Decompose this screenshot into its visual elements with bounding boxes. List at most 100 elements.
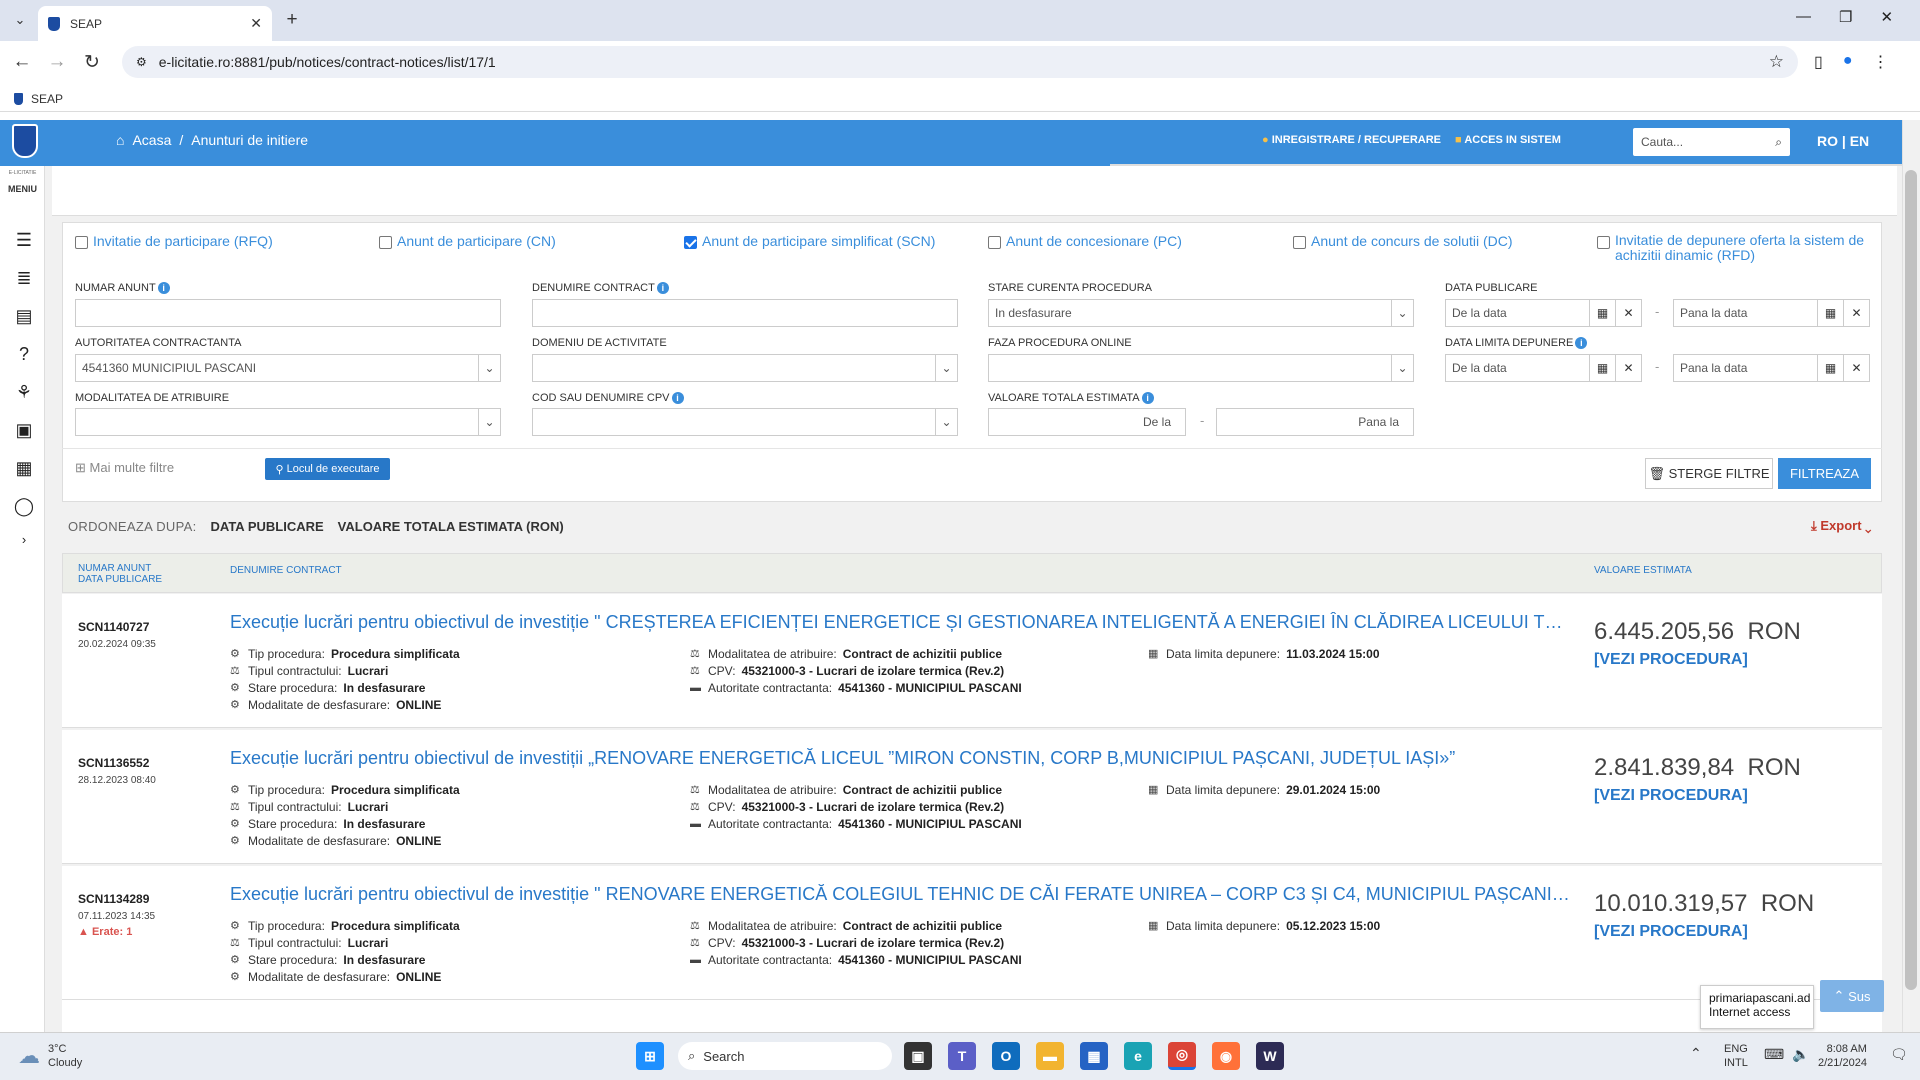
modalitate-select[interactable]: ⌄ <box>75 408 501 436</box>
info-icon[interactable]: i <box>1575 337 1588 349</box>
valoare-to-input[interactable]: Pana la <box>1216 408 1414 436</box>
sidebar-catalog-icon[interactable]: ▤ <box>13 306 35 328</box>
cpv-select[interactable]: ⌄ <box>532 408 958 436</box>
clear-date-icon[interactable]: ✕ <box>1616 354 1642 382</box>
teams-icon[interactable]: T <box>948 1042 976 1070</box>
input-language[interactable]: ENG INTL <box>1724 1042 1748 1070</box>
bookmark-star-icon[interactable]: ☆ <box>1769 52 1784 72</box>
info-icon[interactable]: i <box>157 282 170 294</box>
firefox-icon[interactable]: ◉ <box>1212 1042 1240 1070</box>
view-procedure-link[interactable]: [VEZI PROCEDURA] <box>1594 651 1748 669</box>
more-filters-link[interactable]: ⊞ Mai multe filtre <box>75 460 174 476</box>
notice-id[interactable]: SCN1140727 <box>78 620 149 634</box>
sidebar-stats-icon[interactable]: ▦ <box>13 458 35 480</box>
tray-chevron-up-icon[interactable]: ⌃ <box>1690 1045 1702 1062</box>
notifications-icon[interactable]: 🗨 <box>1890 1046 1908 1063</box>
search-icon[interactable]: ⌕ <box>1775 135 1782 150</box>
contract-title-link[interactable]: Execuție lucrări pentru obiectivul de in… <box>230 612 1570 633</box>
bookmark-seap[interactable]: SEAP <box>31 92 63 106</box>
app-icon[interactable]: W <box>1256 1042 1284 1070</box>
contract-title-link[interactable]: Execuție lucrări pentru obiectivul de in… <box>230 748 1570 769</box>
calendar-icon[interactable]: ▦ <box>1590 299 1616 327</box>
checkbox-box[interactable] <box>1597 236 1610 249</box>
numar-anunt-input[interactable] <box>75 299 501 327</box>
store-icon[interactable]: ▦ <box>1080 1042 1108 1070</box>
site-search-input[interactable]: Cauta... ⌕ <box>1633 128 1790 156</box>
valoare-from-input[interactable]: De la <box>988 408 1186 436</box>
more-menu-icon[interactable]: ⋮ <box>1872 52 1888 72</box>
sort-data-publicare[interactable]: DATA PUBLICARE <box>211 519 324 534</box>
col-denumire-contract[interactable]: DENUMIRE CONTRACT <box>230 565 342 576</box>
contract-title-link[interactable]: Execuție lucrări pentru obiectivul de in… <box>230 884 1570 905</box>
checkbox-box[interactable] <box>379 236 392 249</box>
view-procedure-link[interactable]: [VEZI PROCEDURA] <box>1594 787 1748 805</box>
domeniu-select[interactable]: ⌄ <box>532 354 958 382</box>
errata-badge[interactable]: ▲ Erate: 1 <box>78 926 132 938</box>
browser-tab[interactable]: SEAP ✕ <box>38 6 272 41</box>
sort-valoare[interactable]: VALOARE TOTALA ESTIMATA (RON) <box>338 519 564 534</box>
data-limita-from-input[interactable]: De la data <box>1445 354 1590 382</box>
breadcrumb-current[interactable]: Anunturi de initiere <box>191 132 308 148</box>
site-info-icon[interactable]: ⚙ <box>136 55 147 69</box>
calendar-icon[interactable]: ▦ <box>1590 354 1616 382</box>
sidebar-list-icon[interactable]: ≣ <box>13 268 35 290</box>
clear-filters-button[interactable]: 🗑 STERGE FILTRE <box>1645 458 1773 489</box>
filter-button[interactable]: FILTREAZA <box>1778 458 1871 489</box>
checkbox-rfq[interactable]: Invitatie de participare (RFQ) <box>75 233 273 249</box>
clear-date-icon[interactable]: ✕ <box>1844 354 1870 382</box>
autoritate-select[interactable]: 4541360 MUNICIPIUL PASCANI ⌄ <box>75 354 501 382</box>
language-switch[interactable]: RO | EN <box>1817 133 1869 149</box>
side-panel-icon[interactable]: ▯ <box>1814 52 1823 72</box>
faza-select[interactable]: ⌄ <box>988 354 1414 382</box>
network-icon[interactable]: ⌨ <box>1764 1046 1784 1063</box>
info-icon[interactable]: i <box>671 392 684 404</box>
denumire-contract-input[interactable] <box>532 299 958 327</box>
back-icon[interactable]: ← <box>10 50 34 74</box>
clock[interactable]: 8:08 AM 2/21/2024 <box>1818 1042 1867 1070</box>
notice-id[interactable]: SCN1134289 <box>78 892 149 906</box>
clear-date-icon[interactable]: ✕ <box>1844 299 1870 327</box>
sidebar-notices-icon[interactable]: ☰ <box>13 230 35 252</box>
reload-icon[interactable]: ↻ <box>80 50 104 74</box>
profile-avatar-icon[interactable]: ● <box>1843 52 1853 72</box>
taskbar-search[interactable]: ⌕ Search <box>678 1042 892 1070</box>
minimize-icon[interactable]: — <box>1796 8 1811 26</box>
info-icon[interactable]: i <box>656 282 669 294</box>
col-numar-anunt[interactable]: NUMAR ANUNT DATA PUBLICARE <box>78 563 162 585</box>
checkbox-box-checked[interactable] <box>684 236 697 249</box>
stare-procedura-select[interactable]: In desfasurare ⌄ <box>988 299 1414 327</box>
restore-icon[interactable]: ❐ <box>1839 8 1852 26</box>
register-link[interactable]: ● INREGISTRARE / RECUPERARE <box>1262 134 1441 146</box>
start-windows-icon[interactable]: ⊞ <box>636 1042 664 1070</box>
data-publicare-from-input[interactable]: De la data <box>1445 299 1590 327</box>
sidebar-expand-icon[interactable]: › <box>13 532 35 554</box>
data-publicare-to-input[interactable]: Pana la data <box>1673 299 1818 327</box>
sidebar-chat-icon[interactable]: ◯ <box>13 496 35 518</box>
outlook-icon[interactable]: O <box>992 1042 1020 1070</box>
clear-date-icon[interactable]: ✕ <box>1616 299 1642 327</box>
sidebar-contacts-icon[interactable]: ▣ <box>13 420 35 442</box>
sidebar-help-icon[interactable]: ? <box>13 344 35 366</box>
checkbox-cn[interactable]: Anunt de participare (CN) <box>379 233 556 249</box>
task-view-icon[interactable]: ▣ <box>904 1042 932 1070</box>
info-icon[interactable]: i <box>1141 392 1154 404</box>
calendar-icon[interactable]: ▦ <box>1818 354 1844 382</box>
notice-id[interactable]: SCN1136552 <box>78 756 149 770</box>
breadcrumb-home[interactable]: Acasa <box>132 132 171 148</box>
chrome-icon[interactable]: ◎ <box>1168 1042 1196 1070</box>
file-explorer-icon[interactable]: ▬ <box>1036 1042 1064 1070</box>
checkbox-dc[interactable]: Anunt de concurs de solutii (DC) <box>1293 233 1513 249</box>
weather-widget[interactable]: ☁ 3°C Cloudy <box>18 1042 82 1070</box>
sidebar-tree-icon[interactable]: ⚘ <box>13 382 35 404</box>
tab-list-chevron-icon[interactable]: ⌄ <box>8 8 32 32</box>
login-link[interactable]: ■ ACCES IN SISTEM <box>1455 134 1561 146</box>
window-close-icon[interactable]: ✕ <box>1880 8 1893 26</box>
locul-executare-button[interactable]: ⚲ Locul de executare <box>265 458 390 480</box>
new-tab-icon[interactable]: + <box>280 8 304 32</box>
checkbox-box[interactable] <box>75 236 88 249</box>
view-procedure-link[interactable]: [VEZI PROCEDURA] <box>1594 923 1748 941</box>
seap-logo[interactable] <box>12 124 38 158</box>
checkbox-box[interactable] <box>988 236 1001 249</box>
scrollbar-thumb[interactable] <box>1905 170 1917 990</box>
checkbox-rfd[interactable]: Invitatie de depunere oferta la sistem d… <box>1597 233 1877 263</box>
